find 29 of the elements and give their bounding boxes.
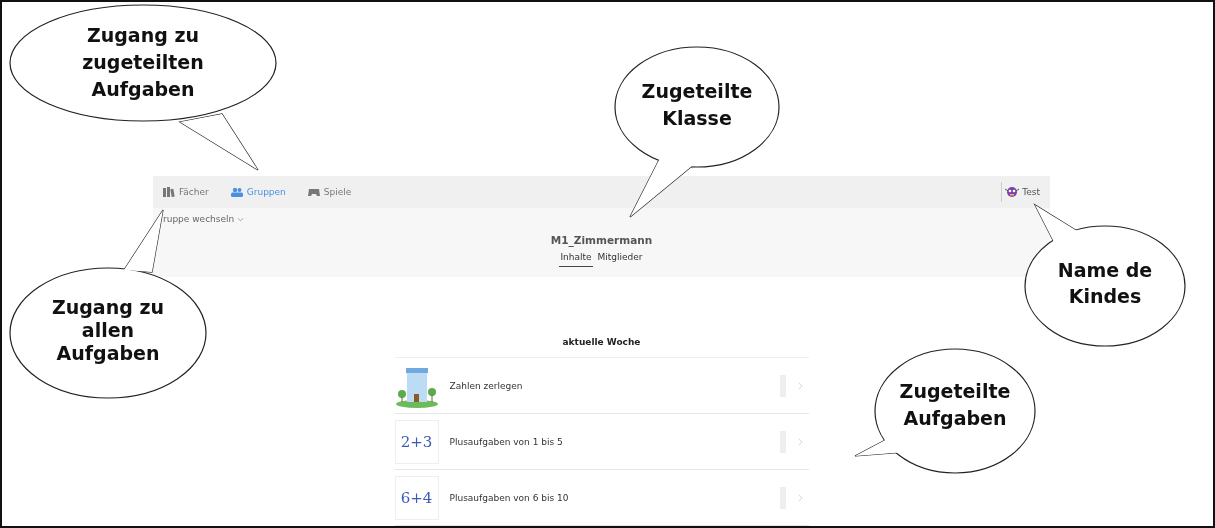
task-title: Plusaufgaben von 6 bis 10 bbox=[449, 492, 570, 503]
callout-text: Zugang zu zugeteilten Aufgaben bbox=[82, 24, 204, 100]
callout-text: Zugeteilte Aufgaben bbox=[899, 380, 1011, 429]
chevron-right-icon bbox=[797, 437, 803, 446]
task-row[interactable]: 6+4 Plusaufgaben von 6 bis 10 bbox=[394, 470, 809, 526]
group-tab[interactable]: Inhalte bbox=[559, 250, 593, 267]
callout-text: Zugeteilte Klasse bbox=[641, 80, 753, 129]
callout-text: Name de Kindes bbox=[1057, 259, 1153, 307]
task-row[interactable]: 2+3 Plusaufgaben von 1 bis 5 bbox=[394, 414, 809, 470]
group-tab[interactable]: Mitglieder bbox=[596, 250, 644, 267]
chevron-right-icon bbox=[797, 493, 803, 502]
caret-icon bbox=[237, 216, 245, 222]
nav-tab[interactable]: Fächer bbox=[163, 187, 209, 197]
section-title: aktuelle Woche bbox=[394, 337, 809, 358]
gamepad-icon bbox=[307, 187, 320, 197]
task-title: Zahlen zerlegen bbox=[449, 380, 524, 391]
task-title: Plusaufgaben von 1 bis 5 bbox=[449, 436, 564, 447]
monster-avatar-icon bbox=[1005, 186, 1020, 198]
people-icon bbox=[230, 187, 243, 197]
callout-text: Zugang zu allen Aufgaben bbox=[51, 296, 165, 364]
books-icon bbox=[163, 187, 175, 197]
nav-tab[interactable]: Spiele bbox=[307, 187, 352, 197]
group-switch-dropdown[interactable]: ruppe wechseln bbox=[163, 214, 245, 224]
group-name: M1_Zimmermann bbox=[550, 234, 653, 246]
chevron-right-icon bbox=[797, 381, 803, 390]
task-row[interactable]: Zahlen zerlegen bbox=[394, 358, 809, 414]
sum-thumbnail: 6+4 bbox=[394, 475, 439, 520]
sum-thumbnail: 2+3 bbox=[394, 419, 439, 464]
user-name[interactable]: Test bbox=[1022, 187, 1040, 197]
